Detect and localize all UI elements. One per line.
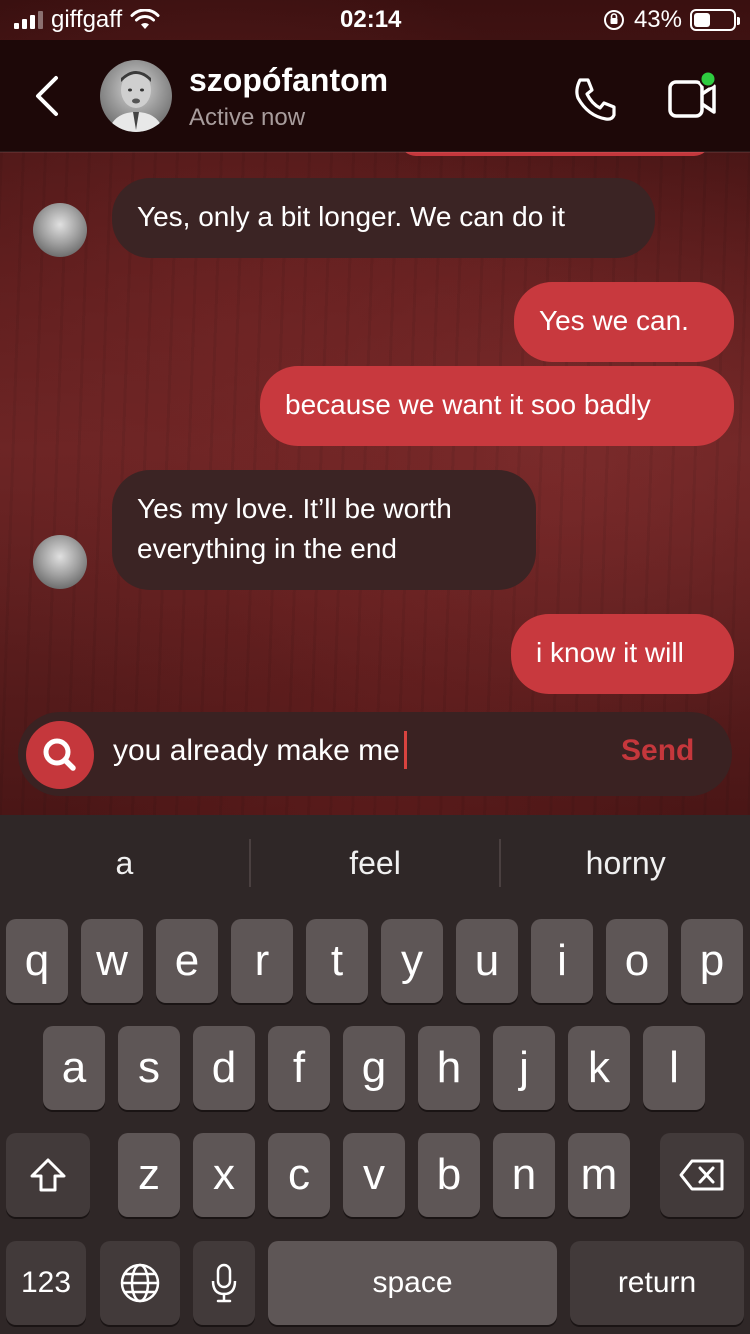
message-bubble-outgoing[interactable]: Yes we can.	[514, 282, 734, 362]
space-key[interactable]: space	[268, 1241, 557, 1325]
key-x[interactable]: x	[193, 1133, 255, 1217]
key-d[interactable]: d	[193, 1026, 255, 1110]
avatar	[33, 203, 87, 257]
message-text-line: everything in the end	[137, 533, 397, 564]
phone-icon[interactable]	[570, 74, 620, 124]
contact-status: Active now	[189, 104, 306, 131]
shift-key[interactable]	[6, 1133, 90, 1217]
message-text: because we want it soo badly	[285, 389, 651, 420]
key-i[interactable]: i	[531, 919, 593, 1003]
key-p[interactable]: p	[681, 919, 743, 1003]
backspace-icon	[679, 1159, 724, 1191]
text-caret	[403, 731, 407, 770]
numbers-key[interactable]: 123	[6, 1241, 86, 1325]
key-s[interactable]: s	[118, 1026, 180, 1110]
key-q[interactable]: q	[6, 919, 68, 1003]
chat-screen: giffgaff 02:14 43% szopófantom Active no…	[0, 0, 750, 1334]
avatar-portrait	[108, 71, 164, 132]
clock: 02:14	[340, 6, 402, 33]
avatar	[33, 535, 87, 589]
key-b[interactable]: b	[418, 1133, 480, 1217]
key-o[interactable]: o	[606, 919, 668, 1003]
message-bubble-incoming[interactable]: Yes my love. It’ll be worth everything i…	[112, 470, 536, 590]
battery-fill	[694, 13, 711, 27]
message-text: Yes, only a bit longer. We can do it	[137, 201, 566, 232]
key-l[interactable]: l	[643, 1026, 705, 1110]
return-key[interactable]: return	[570, 1241, 744, 1325]
online-indicator	[699, 70, 717, 88]
key-c[interactable]: c	[268, 1133, 330, 1217]
signal-icon	[14, 11, 43, 29]
message-bubble-outgoing[interactable]: i know it will	[511, 614, 734, 694]
key-u[interactable]: u	[456, 919, 518, 1003]
battery-percent: 43%	[633, 6, 682, 33]
carrier-label: giffgaff	[51, 6, 123, 33]
key-t[interactable]: t	[306, 919, 368, 1003]
wifi-icon	[130, 9, 160, 29]
key-g[interactable]: g	[343, 1026, 405, 1110]
microphone-icon	[211, 1263, 237, 1303]
video-call-icon[interactable]	[666, 70, 722, 124]
key-k[interactable]: k	[568, 1026, 630, 1110]
key-y[interactable]: y	[381, 919, 443, 1003]
globe-key[interactable]	[100, 1241, 180, 1325]
battery-icon	[690, 9, 740, 31]
message-input-value: you already make me	[113, 734, 400, 767]
keyboard: a feel horny q w e r t y u i o p a s d f…	[0, 815, 750, 1334]
search-button[interactable]	[26, 721, 94, 789]
key-n[interactable]: n	[493, 1133, 555, 1217]
message-bubble-incoming[interactable]: Yes, only a bit longer. We can do it	[112, 178, 655, 258]
message-text: Yes we can.	[539, 305, 689, 336]
message-composer: you already make me Send	[18, 712, 732, 796]
chat-header: szopófantom Active now	[0, 40, 750, 152]
key-w[interactable]: w	[81, 919, 143, 1003]
key-h[interactable]: h	[418, 1026, 480, 1110]
header-divider	[0, 151, 750, 153]
suggestion-horny[interactable]: horny	[501, 845, 750, 882]
key-m[interactable]: m	[568, 1133, 630, 1217]
status-left: giffgaff	[14, 6, 160, 34]
suggestion-a[interactable]: a	[0, 845, 249, 882]
status-right: 43%	[602, 6, 740, 34]
message-input[interactable]: you already make me	[113, 731, 407, 770]
key-j[interactable]: j	[493, 1026, 555, 1110]
send-button[interactable]: Send	[621, 734, 694, 768]
key-f[interactable]: f	[268, 1026, 330, 1110]
message-text: i know it will	[536, 637, 684, 668]
backspace-key[interactable]	[660, 1133, 744, 1217]
key-a[interactable]: a	[43, 1026, 105, 1110]
key-z[interactable]: z	[118, 1133, 180, 1217]
avatar[interactable]	[100, 60, 172, 132]
status-bar: giffgaff 02:14 43%	[0, 0, 750, 40]
back-chevron-icon[interactable]	[28, 74, 68, 118]
key-e[interactable]: e	[156, 919, 218, 1003]
search-icon	[43, 738, 76, 771]
message-bubble-outgoing[interactable]: because we want it soo badly	[260, 366, 734, 446]
contact-name[interactable]: szopófantom	[189, 62, 388, 99]
key-v[interactable]: v	[343, 1133, 405, 1217]
globe-icon	[120, 1263, 160, 1303]
predictive-bar: a feel horny	[0, 815, 750, 911]
key-r[interactable]: r	[231, 919, 293, 1003]
orientation-lock-icon	[603, 10, 624, 30]
dictation-key[interactable]	[193, 1241, 255, 1325]
shift-icon	[30, 1158, 66, 1192]
suggestion-feel[interactable]: feel	[251, 845, 500, 882]
message-text-line: Yes my love. It’ll be worth	[137, 493, 452, 524]
